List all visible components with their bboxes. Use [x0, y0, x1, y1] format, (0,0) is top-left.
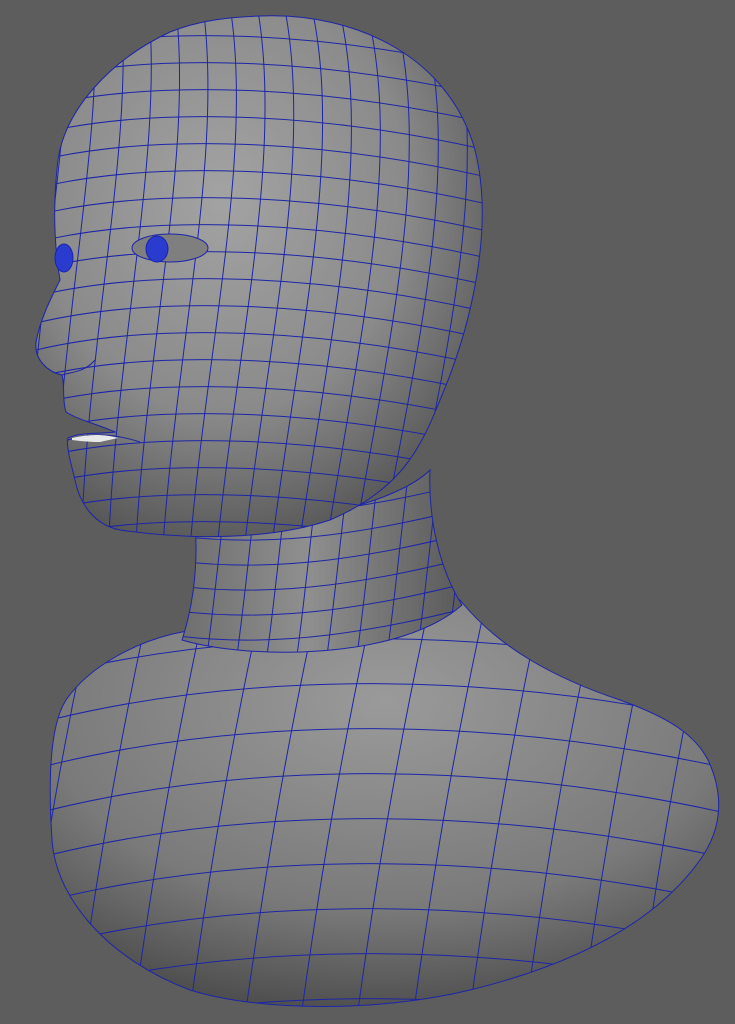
mesh-edge [35, 15, 41, 537]
eye-right[interactable] [145, 235, 169, 263]
viewport-canvas[interactable] [0, 0, 735, 1024]
torso-mesh[interactable] [49, 599, 720, 1007]
head-mesh[interactable] [35, 15, 483, 538]
eye-left[interactable] [54, 243, 74, 273]
3d-viewport[interactable] [0, 0, 735, 1024]
eye-right-socket [131, 233, 209, 263]
